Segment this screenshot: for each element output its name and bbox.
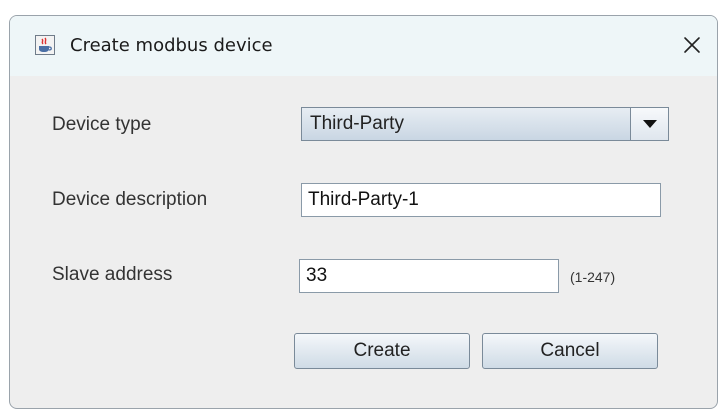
window-title: Create modbus device bbox=[70, 35, 273, 56]
device-type-selected-value: Third-Party bbox=[310, 113, 404, 134]
slave-address-label: Slave address bbox=[52, 264, 173, 285]
chevron-down-icon bbox=[642, 119, 657, 128]
create-button[interactable]: Create bbox=[294, 333, 470, 369]
title-bar[interactable]: Create modbus device bbox=[10, 16, 717, 76]
java-cup-icon bbox=[35, 35, 55, 55]
device-type-select[interactable]: Third-Party bbox=[301, 107, 669, 141]
close-button[interactable] bbox=[675, 28, 709, 62]
slave-address-range-hint: (1-247) bbox=[570, 269, 616, 285]
slave-address-value: 33 bbox=[306, 265, 328, 286]
create-modbus-device-dialog: Create modbus device Device type Third-P… bbox=[9, 15, 718, 409]
close-icon bbox=[684, 37, 700, 53]
device-type-label: Device type bbox=[52, 114, 152, 135]
cancel-button[interactable]: Cancel bbox=[482, 333, 658, 369]
device-description-value: Third-Party-1 bbox=[308, 189, 419, 210]
slave-address-field[interactable]: 33 bbox=[299, 259, 559, 293]
device-type-dropdown-button[interactable] bbox=[630, 108, 668, 140]
device-description-label: Device description bbox=[52, 189, 208, 210]
device-description-field[interactable]: Third-Party-1 bbox=[301, 183, 661, 217]
